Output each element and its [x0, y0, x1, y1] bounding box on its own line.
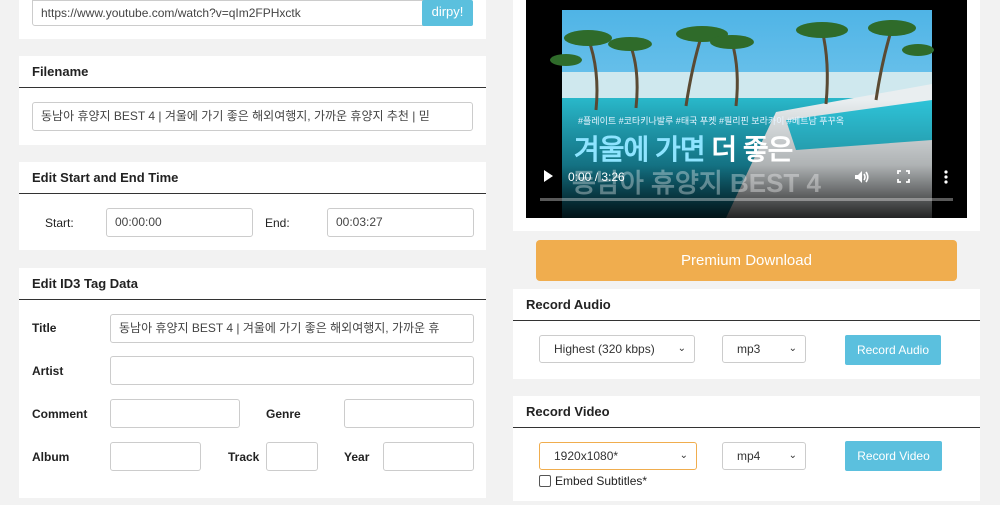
video-caption-small: #플레이트 #코타키나발루 #태국 푸켓 #필리핀 보라카이 #베트남 푸꾸옥 [578, 116, 845, 126]
genre-label: Genre [266, 407, 301, 421]
artist-label: Artist [32, 364, 64, 378]
audio-quality-value: Highest (320 kbps) [554, 342, 655, 356]
year-label: Year [344, 450, 370, 464]
title-input[interactable]: 동남아 휴양지 BEST 4 | 겨울에 가기 좋은 해외여행지, 가까운 휴 [110, 314, 474, 343]
genre-input[interactable] [344, 399, 474, 428]
video-caption-big: 겨울에 가면 더 좋은 [574, 128, 793, 168]
title-label: Title [32, 321, 57, 335]
track-input[interactable] [266, 442, 318, 471]
video-caption-part-a: 겨울에 가면 [574, 134, 706, 165]
record-audio-heading: Record Audio [513, 289, 980, 321]
video-progress-track[interactable] [540, 198, 953, 201]
id3-heading: Edit ID3 Tag Data [19, 268, 486, 300]
artist-input[interactable] [110, 356, 474, 385]
chevron-down-icon: ⌄ [788, 450, 797, 461]
track-label: Track [228, 450, 260, 464]
url-input[interactable]: https://www.youtube.com/watch?v=qIm2FPHx… [32, 0, 442, 26]
video-player[interactable]: #플레이트 #코타키나발루 #태국 푸켓 #필리핀 보라카이 #베트남 푸꾸옥 … [526, 0, 967, 218]
embed-subtitles-label: Embed Subtitles* [555, 474, 648, 488]
chevron-down-icon: ⌄ [679, 450, 688, 461]
filename-heading: Filename [19, 56, 486, 88]
start-time-input[interactable]: 00:00:00 [106, 208, 253, 237]
id3-panel: Edit ID3 Tag Data Title 동남아 휴양지 BEST 4 |… [19, 268, 486, 498]
video-resolution-select[interactable]: 1920x1080* ⌄ [539, 442, 697, 470]
dirpy-button[interactable]: dirpy! [422, 0, 473, 26]
end-time-input[interactable]: 00:03:27 [327, 208, 474, 237]
record-video-heading: Record Video [513, 396, 980, 428]
more-options-icon[interactable] [943, 170, 949, 184]
end-label: End: [265, 216, 290, 230]
record-video-button[interactable]: Record Video [845, 441, 942, 471]
video-format-select[interactable]: mp4 ⌄ [722, 442, 806, 470]
premium-download-button[interactable]: Premium Download [536, 240, 957, 281]
record-video-panel: Record Video 1920x1080* ⌄ mp4 ⌄ Record V… [513, 396, 980, 501]
url-panel: https://www.youtube.com/watch?v=qIm2FPHx… [19, 0, 486, 39]
filename-panel: Filename 동남아 휴양지 BEST 4 | 겨울에 가기 좋은 해외여행… [19, 56, 486, 145]
audio-quality-select[interactable]: Highest (320 kbps) ⌄ [539, 335, 695, 363]
album-label: Album [32, 450, 70, 464]
video-time: 0:00 / 3:26 [568, 170, 625, 184]
comment-label: Comment [32, 407, 88, 421]
volume-icon[interactable] [854, 170, 870, 184]
embed-subtitles-row: Embed Subtitles* [539, 474, 647, 488]
year-input[interactable] [383, 442, 474, 471]
video-resolution-value: 1920x1080* [554, 449, 619, 463]
embed-subtitles-checkbox[interactable] [539, 475, 551, 487]
filename-input[interactable]: 동남아 휴양지 BEST 4 | 겨울에 가기 좋은 해외여행지, 가까운 휴양… [32, 102, 473, 131]
video-caption-part-b: 더 좋은 [711, 134, 793, 165]
time-panel: Edit Start and End Time Start: 00:00:00 … [19, 162, 486, 250]
comment-input[interactable] [110, 399, 240, 428]
album-input[interactable] [110, 442, 201, 471]
record-audio-button[interactable]: Record Audio [845, 335, 941, 365]
chevron-down-icon: ⌄ [788, 343, 797, 354]
audio-format-select[interactable]: mp3 ⌄ [722, 335, 806, 363]
time-heading: Edit Start and End Time [19, 162, 486, 194]
video-format-value: mp4 [737, 449, 761, 463]
play-icon[interactable] [544, 170, 553, 182]
chevron-down-icon: ⌄ [677, 343, 686, 354]
record-audio-panel: Record Audio Highest (320 kbps) ⌄ mp3 ⌄ … [513, 289, 980, 379]
fullscreen-icon[interactable] [897, 170, 910, 183]
audio-format-value: mp3 [737, 342, 761, 356]
start-label: Start: [45, 216, 74, 230]
